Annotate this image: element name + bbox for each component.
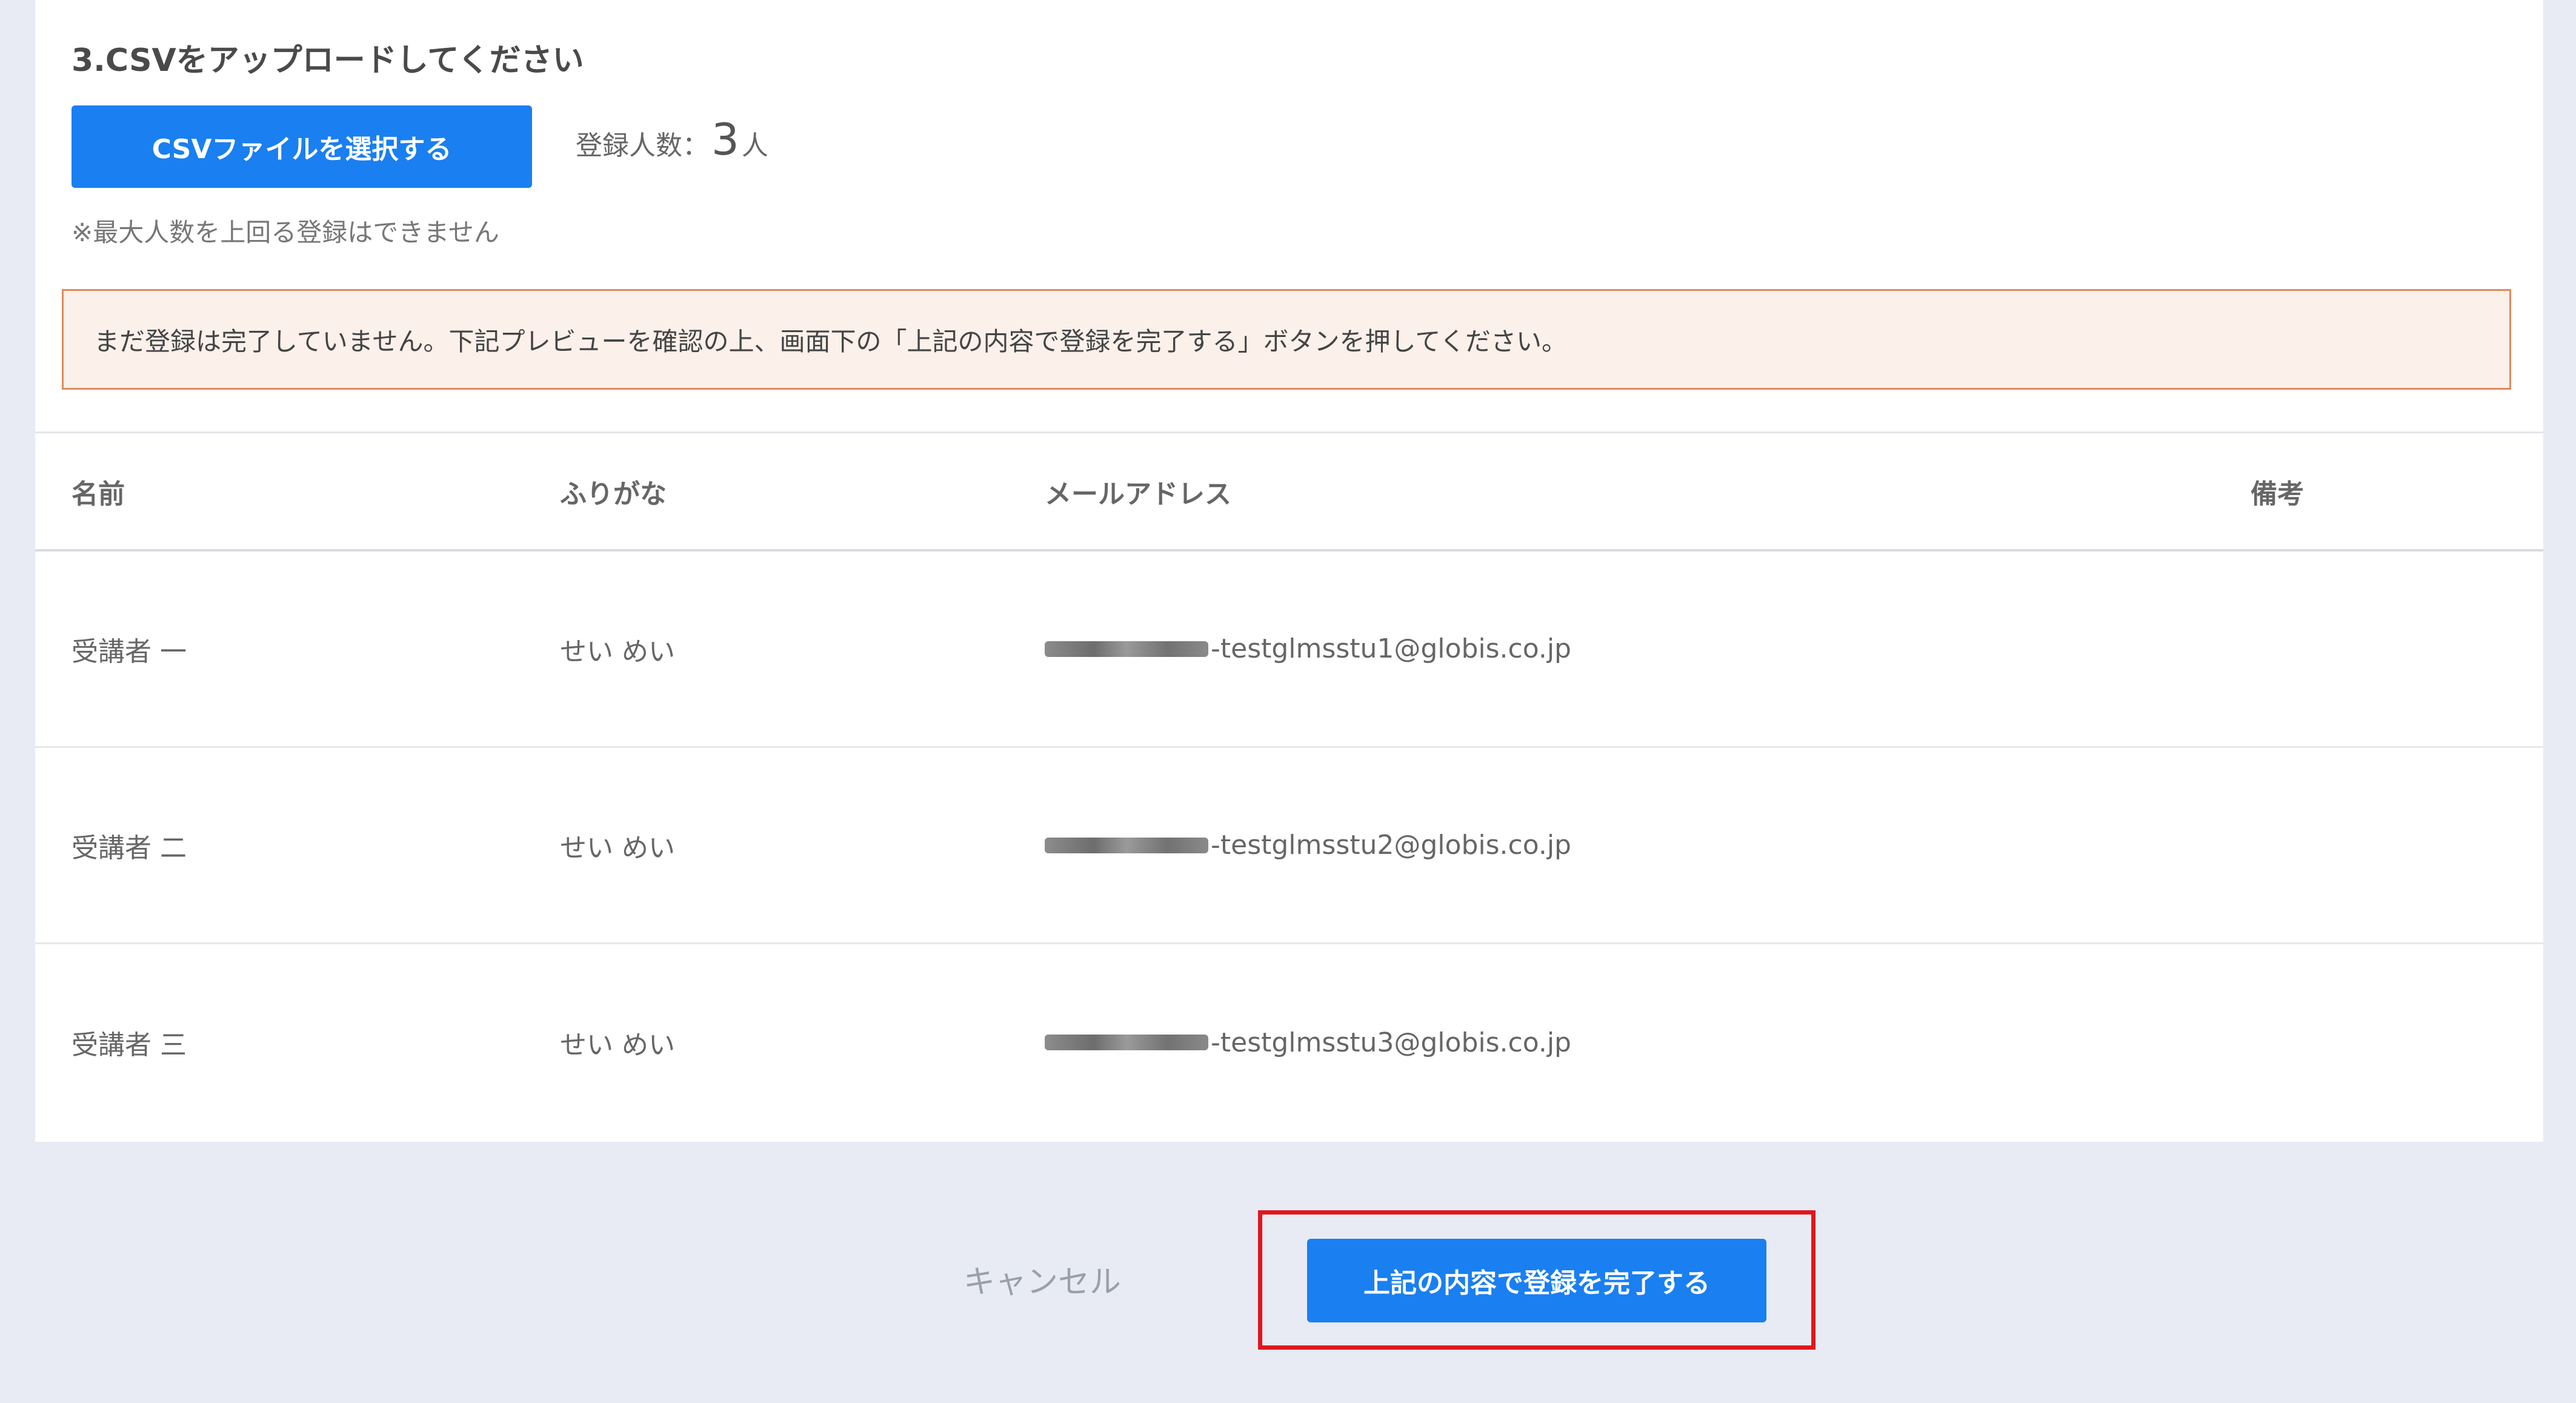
select-csv-button[interactable]: CSVファイルを選択する xyxy=(72,105,532,188)
header-remarks: 備考 xyxy=(2251,478,2304,510)
cell-name: 受講者 三 xyxy=(72,1030,187,1061)
cell-furigana: せい めい xyxy=(560,636,675,667)
registration-count-value: 3 xyxy=(711,114,739,165)
cell-furigana: せい めい xyxy=(560,832,675,864)
redaction-mark xyxy=(1045,641,1208,657)
cell-email: -testglmsstu1@globis.co.jp xyxy=(1045,552,1571,746)
cell-email: -testglmsstu3@globis.co.jp xyxy=(1045,944,1571,1141)
not-complete-alert: まだ登録は完了していません。下記プレビューを確認の上、画面下の「上記の内容で登録… xyxy=(62,289,2511,390)
alert-message: まだ登録は完了していません。下記プレビューを確認の上、画面下の「上記の内容で登録… xyxy=(94,326,1567,356)
section-title: 3.CSVをアップロードしてください xyxy=(72,42,584,79)
table-header: 名前 ふりがな メールアドレス 備考 xyxy=(35,432,2543,552)
header-email: メールアドレス xyxy=(1045,478,1231,510)
preview-table: 名前 ふりがな メールアドレス 備考 受講者 一 せい めい -testglms… xyxy=(35,432,2543,1141)
header-furigana: ふりがな xyxy=(560,478,667,510)
table-row: 受講者 二 せい めい -testglmsstu2@globis.co.jp xyxy=(35,748,2543,944)
cell-email-text: -testglmsstu3@globis.co.jp xyxy=(1211,1027,1571,1058)
redaction-mark xyxy=(1045,837,1208,853)
cell-email: -testglmsstu2@globis.co.jp xyxy=(1045,748,1571,942)
header-name: 名前 xyxy=(72,478,125,510)
table-row: 受講者 三 せい めい -testglmsstu3@globis.co.jp xyxy=(35,944,2543,1141)
cell-email-text: -testglmsstu1@globis.co.jp xyxy=(1211,633,1571,664)
redaction-mark xyxy=(1045,1035,1208,1050)
max-limit-note: ※最大人数を上回る登録はできません xyxy=(72,218,499,247)
registration-count-label: 登録人数： xyxy=(576,130,709,161)
registration-count: 登録人数： 3 人 xyxy=(576,114,768,168)
table-row: 受講者 一 せい めい -testglmsstu1@globis.co.jp xyxy=(35,552,2543,748)
complete-registration-button[interactable]: 上記の内容で登録を完了する xyxy=(1307,1239,1766,1322)
cell-furigana: せい めい xyxy=(560,1030,675,1061)
cell-name: 受講者 二 xyxy=(72,832,187,864)
registration-count-unit: 人 xyxy=(741,130,768,161)
cancel-link[interactable]: キャンセル xyxy=(945,1255,1139,1303)
cell-name: 受講者 一 xyxy=(72,636,187,667)
cell-email-text: -testglmsstu2@globis.co.jp xyxy=(1211,830,1571,861)
